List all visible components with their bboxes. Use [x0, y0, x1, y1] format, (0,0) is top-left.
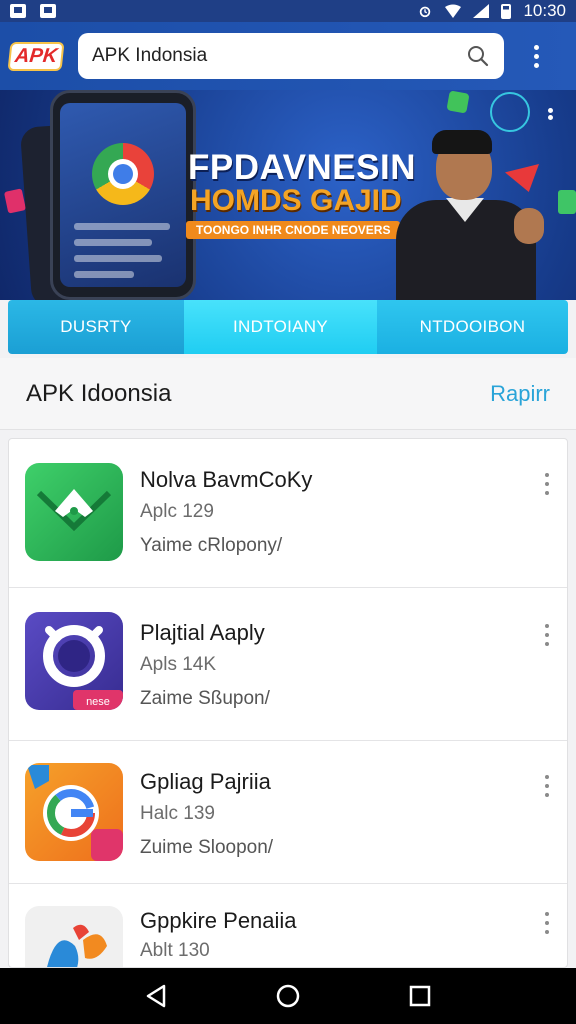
app-title: Gpliag Pajriia [140, 769, 271, 794]
logo-text: APK [7, 41, 65, 71]
signal-icon [473, 4, 490, 18]
recents-icon[interactable] [406, 982, 434, 1010]
section-title: APK Idoonsia [26, 379, 172, 407]
person-hand [514, 208, 544, 244]
app-list: Nolva BavmCoKy Aplc 129 Yaime cRlopony/ … [8, 438, 568, 968]
person-cap [432, 130, 492, 154]
phone-illustration [50, 90, 196, 300]
clock: 10:30 [523, 1, 566, 20]
app-meta: Zaime Sßupon/ [140, 688, 270, 709]
list-item[interactable]: Nolva BavmCoKy Aplc 129 Yaime cRlopony/ [9, 439, 567, 588]
tab-dusrty[interactable]: DUSRTY [8, 300, 184, 354]
deco-shape [3, 188, 27, 214]
app-subtitle: Aplc 129 [140, 501, 214, 522]
orange-g-icon [25, 763, 123, 861]
colorful-shapes-icon [25, 906, 123, 967]
deco-ring [490, 92, 530, 132]
promo-banner[interactable]: FPDAVNESIN HOMDS GAJID TOONGO INHR CNODE… [0, 90, 576, 300]
wifi-icon [445, 4, 462, 18]
overflow-menu-button[interactable] [526, 41, 546, 71]
system-nav-bar [0, 968, 576, 1024]
search-input[interactable]: APK Indonsia [92, 45, 466, 67]
app-subtitle: Ablt 130 [140, 940, 210, 961]
chrome-icon [92, 143, 154, 205]
deco-dots [548, 108, 553, 113]
item-menu-button[interactable] [541, 473, 553, 495]
tab-indtoiany[interactable]: INDTOIANY [184, 300, 377, 354]
app-subtitle: Apls 14K [140, 654, 217, 675]
category-tabs: DUSRTY INDTOIANY NTDOOIBON [8, 300, 568, 354]
notification-icons [10, 4, 56, 18]
purple-ring-icon: nese [25, 612, 123, 710]
app-meta: Zuime Sloopon/ [140, 837, 274, 858]
list-item[interactable]: nese Plajtial Aaply Apls 14K Zaime Sßupo… [9, 588, 567, 741]
app-meta: Yaime cRlopony/ [140, 535, 283, 556]
battery-icon [501, 3, 512, 19]
deco-shape [505, 164, 539, 192]
alarm-icon [420, 6, 431, 18]
green-envelope-icon [25, 463, 123, 561]
status-bar: 10:30 [0, 0, 576, 22]
status-indicators: 10:30 [417, 1, 566, 21]
tab-ntdooibon[interactable]: NTDOOIBON [377, 300, 568, 354]
deco-shape [558, 190, 576, 214]
back-icon[interactable] [142, 982, 170, 1010]
section-link[interactable]: Rapirr [490, 381, 550, 407]
apk-logo[interactable]: APK [7, 36, 65, 76]
app-bar: APK APK Indonsia [0, 22, 576, 90]
search-bar[interactable]: APK Indonsia [78, 33, 504, 79]
notification-icon [10, 4, 26, 18]
banner-subtitle: HOMDS GAJID [190, 184, 402, 217]
section-header: APK Idoonsia Rapirr [0, 358, 576, 430]
notification-icon [40, 4, 56, 18]
app-subtitle: Halc 139 [140, 803, 215, 824]
item-menu-button[interactable] [541, 624, 553, 646]
list-item[interactable]: Gpliag Pajriia Halc 139 Zuime Sloopon/ [9, 741, 567, 884]
item-menu-button[interactable] [541, 775, 553, 797]
banner-tagline: TOONGO INHR CNODE NEOVERS [186, 221, 401, 239]
banner-title: FPDAVNESIN [188, 148, 416, 187]
app-title: Plajtial Aaply [140, 620, 265, 645]
item-menu-button[interactable] [541, 912, 553, 934]
search-icon[interactable] [466, 44, 490, 68]
app-title: Gppkire Penaiia [140, 908, 297, 933]
app-title: Nolva BavmCoKy [140, 467, 313, 492]
icon-badge: nese [86, 696, 110, 708]
deco-shape [446, 90, 470, 114]
home-icon[interactable] [274, 982, 302, 1010]
list-item[interactable]: Gppkire Penaiia Ablt 130 [9, 884, 567, 967]
